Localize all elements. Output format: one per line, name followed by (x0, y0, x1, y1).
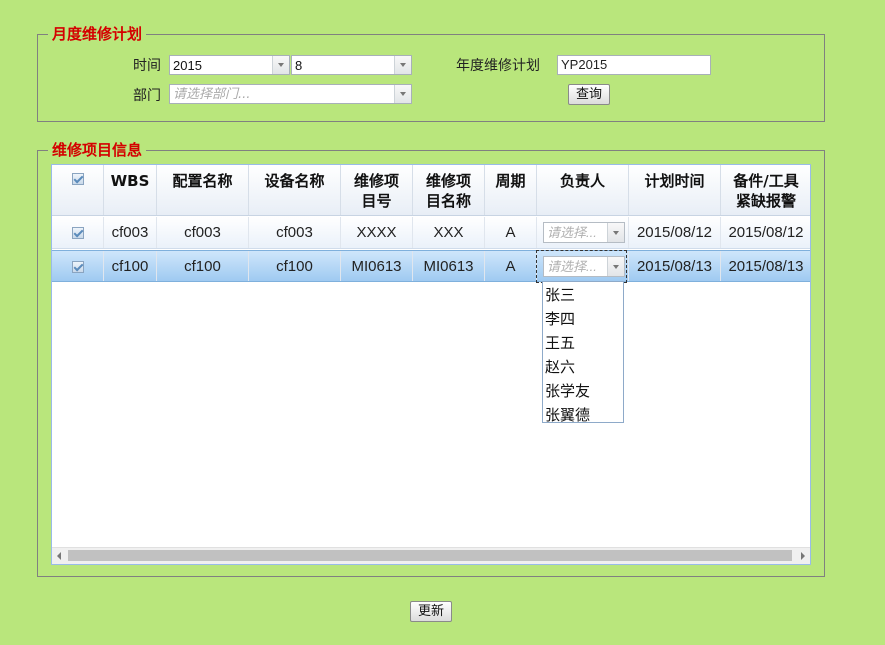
dept-label: 部门 (133, 88, 161, 104)
cell-plan-time: 2015/08/13 (629, 251, 721, 281)
owner-option[interactable]: 赵六 (543, 356, 623, 380)
scroll-left-arrow-icon[interactable] (57, 552, 61, 560)
header-select-all[interactable] (52, 165, 104, 215)
header-shortage-alert[interactable]: 备件/工具 紧缺报警 (721, 165, 810, 215)
monthly-plan-fieldset: 月度维修计划 (37, 24, 825, 122)
items-grid: WBS 配置名称 设备名称 维修项 目号 维修项 目名称 周期 负责人 计划时间 备… (51, 164, 811, 565)
month-select[interactable]: 8 (291, 55, 412, 75)
cell-config: cf003 (157, 217, 249, 248)
scroll-right-arrow-icon[interactable] (801, 552, 805, 560)
cell-item-no: MI0613 (341, 251, 413, 281)
monthly-plan-legend: 月度维修计划 (48, 24, 147, 44)
cell-owner: 请选择... (537, 217, 629, 248)
dept-select[interactable]: 请选择部门... (169, 84, 412, 104)
update-button[interactable]: 更新 (410, 601, 452, 622)
annual-plan-input[interactable]: YP2015 (557, 55, 711, 75)
cell-plan-time: 2015/08/12 (629, 217, 721, 248)
month-dropdown-arrow-icon[interactable] (394, 56, 411, 74)
scrollbar-thumb[interactable] (68, 550, 792, 561)
cell-wbs: cf100 (104, 251, 157, 281)
row-checkbox-icon[interactable] (72, 227, 84, 239)
cell-cycle: A (485, 217, 537, 248)
owner-placeholder: 请选择... (547, 259, 597, 274)
horizontal-scrollbar[interactable] (52, 547, 810, 564)
owner-dropdown-list: 张三 李四 王五 赵六 张学友 张翼德 (542, 281, 624, 424)
owner-option[interactable]: 张翼德 (543, 404, 623, 428)
year-select[interactable]: 2015 (169, 55, 290, 75)
header-device-name[interactable]: 设备名称 (249, 165, 341, 215)
header-cycle[interactable]: 周期 (485, 165, 537, 215)
header-wbs[interactable]: WBS (104, 165, 157, 215)
annual-plan-label: 年度维修计划 (456, 58, 540, 74)
dept-dropdown-arrow-icon[interactable] (394, 85, 411, 103)
owner-select-active[interactable]: 请选择... (543, 256, 625, 277)
dept-placeholder: 请选择部门... (173, 87, 251, 102)
month-value: 8 (295, 58, 303, 73)
cell-wbs: cf003 (104, 217, 157, 248)
select-all-checkbox-icon[interactable] (72, 173, 84, 185)
header-plan-time[interactable]: 计划时间 (629, 165, 721, 215)
header-config-name[interactable]: 配置名称 (157, 165, 249, 215)
row-checkbox-icon[interactable] (72, 261, 84, 273)
cell-item-name: XXX (413, 217, 485, 248)
query-button[interactable]: 查询 (568, 84, 610, 105)
items-legend: 维修项目信息 (48, 140, 147, 160)
owner-option[interactable]: 李四 (543, 308, 623, 332)
time-label: 时间 (133, 58, 161, 74)
row-checkbox-cell[interactable] (52, 217, 104, 248)
owner-placeholder: 请选择... (547, 225, 597, 240)
owner-dropdown-arrow-icon[interactable] (607, 223, 624, 242)
owner-option[interactable]: 张三 (543, 284, 623, 308)
cell-device: cf003 (249, 217, 341, 248)
cell-config: cf100 (157, 251, 249, 281)
cell-item-name: MI0613 (413, 251, 485, 281)
grid-header: WBS 配置名称 设备名称 维修项 目号 维修项 目名称 周期 负责人 计划时间 备… (52, 165, 810, 216)
table-row[interactable]: cf003 cf003 cf003 XXXX XXX A 请选择... 2015… (52, 217, 810, 249)
header-owner[interactable]: 负责人 (537, 165, 629, 215)
cell-alert: 2015/08/12 (721, 217, 810, 248)
cell-cycle: A (485, 251, 537, 281)
cell-item-no: XXXX (341, 217, 413, 248)
cell-device: cf100 (249, 251, 341, 281)
year-dropdown-arrow-icon[interactable] (272, 56, 289, 74)
cell-owner: 请选择... (537, 251, 629, 281)
cell-alert: 2015/08/13 (721, 251, 810, 281)
owner-dropdown-arrow-icon[interactable] (607, 257, 624, 276)
year-value: 2015 (173, 58, 202, 73)
owner-select[interactable]: 请选择... (543, 222, 625, 243)
header-item-no[interactable]: 维修项 目号 (341, 165, 413, 215)
row-checkbox-cell[interactable] (52, 251, 104, 281)
owner-option[interactable]: 张学友 (543, 380, 623, 404)
owner-option[interactable]: 王五 (543, 332, 623, 356)
table-row-selected[interactable]: cf100 cf100 cf100 MI0613 MI0613 A 请选择...… (52, 250, 810, 282)
header-item-name[interactable]: 维修项 目名称 (413, 165, 485, 215)
